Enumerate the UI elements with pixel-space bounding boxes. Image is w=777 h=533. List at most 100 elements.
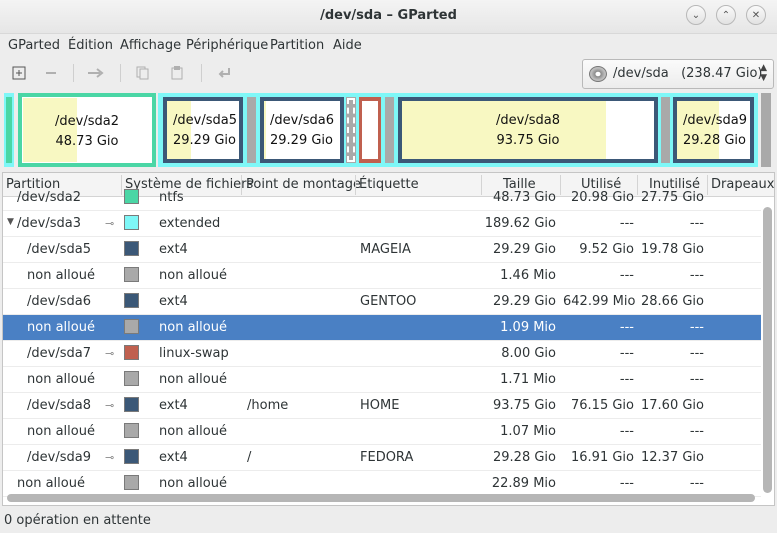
cell-partition: /dev/sda6	[27, 294, 91, 309]
maximize-icon: ⌃	[721, 9, 731, 21]
partition-sda1-block[interactable]	[4, 93, 14, 167]
partition-size: 93.75 Gio	[496, 133, 560, 148]
cell-filesystem: ext4	[159, 398, 188, 413]
partition-sda6-block[interactable]: /dev/sda6 29.29 Gio	[260, 97, 344, 163]
partition-sda7-block[interactable]	[359, 97, 381, 163]
table-row[interactable]: non alloué non alloué 1.46 Mio --- ---	[3, 263, 761, 289]
cell-used: ---	[619, 476, 634, 491]
paste-button[interactable]	[168, 64, 186, 82]
partition-sda9-block[interactable]: /dev/sda9 29.28 Gio	[673, 97, 754, 163]
unallocated-block[interactable]	[761, 93, 771, 167]
unallocated-block-selected[interactable]	[346, 97, 356, 163]
table-row[interactable]: /dev/sda8 ⊸ ext4/home HOME 93.75 Gio 76.15 Gi…	[3, 393, 761, 419]
filesystem-color-swatch	[124, 215, 139, 230]
partition-name: /dev/sda9	[683, 113, 747, 128]
table-row[interactable]: non alloué non alloué 1.09 Mio --- ---	[3, 315, 761, 341]
resize-move-button[interactable]	[87, 64, 105, 82]
menu-partition[interactable]: Partition	[270, 38, 324, 53]
cell-mountpoint: /home	[247, 398, 289, 413]
cell-unused: 27.75 Gio	[641, 190, 704, 205]
new-icon	[12, 66, 26, 80]
close-button[interactable]: ✕	[746, 5, 766, 25]
partition-sda8-block[interactable]: /dev/sda8 93.75 Gio	[398, 97, 658, 163]
vertical-scrollbar[interactable]	[763, 207, 772, 493]
key-icon: ⊸	[105, 451, 115, 464]
key-icon: ⊸	[105, 217, 115, 230]
cell-size: 1.71 Mio	[500, 372, 556, 387]
partition-name: /dev/sda6	[270, 113, 334, 128]
table-row[interactable]: ▼/dev/sda3 ⊸ extended 189.62 Gio --- ---	[3, 211, 761, 237]
partition-name: /dev/sda2	[55, 114, 119, 129]
menu-edition[interactable]: Édition	[68, 38, 113, 53]
horizontal-scrollbar[interactable]	[7, 494, 755, 502]
cell-size: 93.75 Gio	[493, 398, 556, 413]
table-row[interactable]: /dev/sda7 ⊸ linux-swap 8.00 Gio --- ---	[3, 341, 761, 367]
filesystem-color-swatch	[124, 345, 139, 360]
new-partition-button[interactable]	[10, 64, 28, 82]
harddisk-icon	[589, 66, 607, 82]
cell-size: 1.07 Mio	[500, 424, 556, 439]
cell-unused: ---	[689, 320, 704, 335]
undo-icon	[218, 68, 230, 78]
partition-sda2-block[interactable]: /dev/sda2 48.73 Gio	[18, 93, 156, 167]
cell-used: ---	[619, 216, 634, 231]
cell-used: 20.98 Gio	[571, 190, 634, 205]
cell-size: 1.09 Mio	[500, 320, 556, 335]
unallocated-block[interactable]	[385, 97, 394, 163]
unallocated-block[interactable]	[247, 97, 256, 163]
table-row[interactable]: non alloué non alloué 1.71 Mio --- ---	[3, 367, 761, 393]
cell-label: HOME	[360, 398, 400, 413]
filesystem-color-swatch	[124, 241, 139, 256]
menu-affichage[interactable]: Affichage	[120, 38, 181, 53]
maximize-button[interactable]: ⌃	[716, 5, 736, 25]
partition-sda5-block[interactable]: /dev/sda5 29.29 Gio	[163, 97, 243, 163]
cell-used: 9.52 Gio	[579, 242, 634, 257]
cell-used: ---	[619, 346, 634, 361]
menu-aide[interactable]: Aide	[333, 38, 362, 53]
cell-unused: 12.37 Gio	[641, 450, 704, 465]
device-selector[interactable]: /dev/sda (238.47 Gio) ▲ ▼	[582, 59, 774, 89]
table-row[interactable]: non alloué non alloué 1.07 Mio --- ---	[3, 419, 761, 445]
cell-label: FEDORA	[360, 450, 414, 465]
cell-unused: ---	[689, 216, 704, 231]
status-bar: 0 opération en attente	[0, 508, 777, 533]
partition-size: 48.73 Gio	[55, 134, 119, 149]
partition-size: 29.29 Gio	[270, 133, 333, 148]
window-title: /dev/sda – GParted	[320, 8, 457, 23]
cell-partition: /dev/sda2	[17, 190, 81, 205]
gparted-window: /dev/sda – GParted ⌄ ⌃ ✕ GParted Édition…	[0, 0, 777, 533]
table-row[interactable]: /dev/sda6 ext4 GENTOO 29.29 Gio 642.99 Mio 28…	[3, 289, 761, 315]
filesystem-color-swatch	[124, 449, 139, 464]
filesystem-color-swatch	[124, 319, 139, 334]
unallocated-block[interactable]	[661, 97, 670, 163]
cell-filesystem: non alloué	[159, 424, 227, 439]
menu-peripherique[interactable]: Périphérique	[186, 38, 268, 53]
cell-used: ---	[619, 320, 634, 335]
partition-size: 29.29 Gio	[173, 133, 236, 148]
filesystem-color-swatch	[124, 189, 139, 204]
device-selector-label: /dev/sda (238.47 Gio)	[613, 66, 763, 81]
table-row[interactable]: /dev/sda9 ⊸ ext4 / FEDORA 29.28 Gio 16.91 Gio 1…	[3, 445, 761, 471]
cell-filesystem: non alloué	[159, 476, 227, 491]
cell-filesystem: non alloué	[159, 372, 227, 387]
filesystem-color-swatch	[124, 293, 139, 308]
menu-gparted[interactable]: GParted	[8, 38, 60, 53]
cell-filesystem: non alloué	[159, 268, 227, 283]
toolbar-separator	[73, 64, 74, 82]
delete-icon	[46, 72, 56, 74]
table-row[interactable]: /dev/sda5 ext4 MAGEIA 29.29 Gio 9.52 Gio 19.7…	[3, 237, 761, 263]
cell-partition: /dev/sda3	[17, 216, 81, 231]
table-row[interactable]: /dev/sda2 ntfs 48.73 Gio 20.98 Gio 27.75 Gio	[3, 185, 761, 211]
spinner-arrows-icon: ▲ ▼	[760, 63, 767, 83]
cell-size: 29.28 Gio	[493, 450, 556, 465]
apply-undo-button[interactable]	[215, 64, 233, 82]
minimize-button[interactable]: ⌄	[686, 5, 706, 25]
copy-button[interactable]	[134, 64, 152, 82]
toolbar-separator	[120, 64, 121, 82]
delete-partition-button[interactable]	[42, 64, 60, 82]
cell-unused: ---	[689, 372, 704, 387]
filesystem-color-swatch	[124, 267, 139, 282]
copy-icon	[136, 66, 149, 80]
cell-used: ---	[619, 268, 634, 283]
expander-icon[interactable]: ▼	[7, 217, 14, 227]
